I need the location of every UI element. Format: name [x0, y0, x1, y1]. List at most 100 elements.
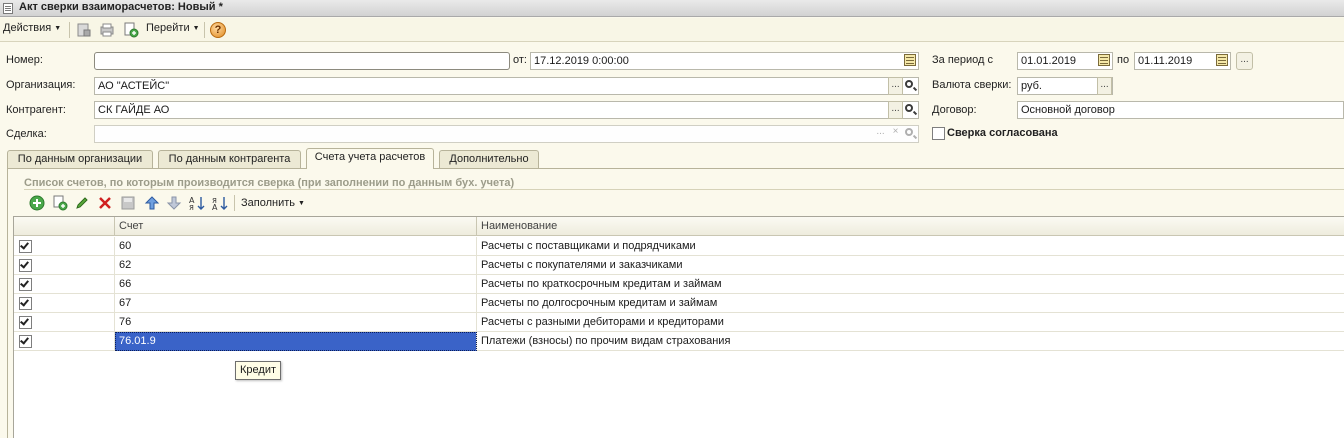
edit-row-icon[interactable]: [74, 195, 90, 211]
deal-open-button[interactable]: [903, 125, 918, 143]
calendar-icon: [1216, 54, 1228, 66]
table-row[interactable]: 67 Расчеты по долгосрочным кредитам и за…: [14, 294, 1344, 313]
account-cell[interactable]: 67: [115, 294, 477, 313]
period-from-calendar-button[interactable]: [1097, 52, 1112, 70]
number-field[interactable]: [94, 52, 510, 70]
account-name-cell[interactable]: Расчеты с поставщиками и подрядчиками: [477, 237, 1344, 256]
account-name-cell[interactable]: Расчеты с покупателями и заказчиками: [477, 256, 1344, 275]
contract-field[interactable]: Основной договор: [1017, 101, 1344, 119]
tab-accounts[interactable]: Счета учета расчетов: [306, 148, 434, 169]
table-row[interactable]: 60 Расчеты с поставщиками и подрядчиками: [14, 237, 1344, 256]
row-check-cell[interactable]: [14, 275, 115, 294]
organization-field[interactable]: АО "АСТЕЙС": [94, 77, 919, 95]
tab-organization-data[interactable]: По данным организации: [7, 150, 153, 169]
account-cell[interactable]: 62: [115, 256, 477, 275]
column-header-check[interactable]: [14, 217, 115, 236]
date-calendar-button[interactable]: [903, 52, 918, 70]
toolbar-separator: [234, 195, 235, 211]
row-checkbox[interactable]: [19, 335, 32, 348]
account-name-cell[interactable]: Расчеты по долгосрочным кредитам и займа…: [477, 294, 1344, 313]
post-document-icon[interactable]: [76, 22, 92, 38]
actions-menu-label: Действия: [3, 22, 52, 34]
organization-select-button[interactable]: ...: [888, 77, 903, 95]
calendar-icon: [904, 54, 916, 66]
row-checkbox[interactable]: [19, 278, 32, 291]
sort-ascending-icon[interactable]: A Я: [189, 195, 205, 211]
period-to-label: по: [1117, 54, 1130, 66]
table-row[interactable]: 66 Расчеты по краткосрочным кредитам и з…: [14, 275, 1344, 294]
organization-open-button[interactable]: [903, 77, 918, 95]
svg-text:A: A: [212, 203, 218, 211]
print-icon[interactable]: [99, 22, 115, 38]
row-check-cell[interactable]: [14, 294, 115, 313]
deal-field[interactable]: [94, 125, 919, 143]
tab-additional[interactable]: Дополнительно: [439, 150, 539, 169]
help-icon[interactable]: ?: [210, 22, 226, 38]
deal-clear-button[interactable]: ×: [888, 125, 903, 143]
row-check-cell[interactable]: [14, 332, 115, 351]
check-icon: [20, 240, 29, 250]
row-checkbox[interactable]: [19, 240, 32, 253]
row-check-cell[interactable]: [14, 313, 115, 332]
row-check-cell[interactable]: [14, 256, 115, 275]
number-label: Номер:: [6, 54, 43, 66]
move-up-icon[interactable]: [144, 195, 160, 211]
check-icon: [20, 278, 29, 288]
counterparty-select-button[interactable]: ...: [888, 101, 903, 119]
row-check-cell[interactable]: [14, 237, 115, 256]
svg-text:Я: Я: [189, 204, 194, 211]
account-name-cell[interactable]: Платежи (взносы) по прочим видам страхов…: [477, 332, 1344, 351]
account-cell[interactable]: 60: [115, 237, 477, 256]
counterparty-open-button[interactable]: [903, 101, 918, 119]
check-icon: [20, 335, 29, 345]
window-title: Акт сверки взаиморасчетов: Новый *: [19, 1, 223, 13]
account-cell[interactable]: 66: [115, 275, 477, 294]
delete-row-icon[interactable]: [97, 195, 113, 211]
chevron-down-icon: ▼: [298, 200, 305, 207]
magnifier-icon: [905, 104, 913, 112]
document-create-icon[interactable]: [123, 22, 139, 38]
goto-menu[interactable]: Перейти ▼: [146, 22, 200, 34]
account-name-cell[interactable]: Расчеты по краткосрочным кредитам и займ…: [477, 275, 1344, 294]
period-label: За период с: [932, 54, 994, 66]
tab-counterparty-data[interactable]: По данным контрагента: [158, 150, 301, 169]
window-titlebar: Акт сверки взаиморасчетов: Новый *: [0, 0, 1344, 17]
copy-row-icon[interactable]: [52, 195, 68, 211]
magnifier-icon: [905, 80, 913, 88]
chevron-down-icon: ▼: [54, 25, 62, 32]
account-name-cell[interactable]: Расчеты с разными дебиторами и кредитора…: [477, 313, 1344, 332]
row-checkbox[interactable]: [19, 316, 32, 329]
row-checkbox[interactable]: [19, 259, 32, 272]
table-row[interactable]: 76 Расчеты с разными дебиторами и кредит…: [14, 313, 1344, 332]
column-header-account[interactable]: Счет: [115, 217, 477, 236]
counterparty-field[interactable]: СК ГАЙДЕ АО: [94, 101, 919, 119]
agreed-checkbox[interactable]: [932, 127, 945, 140]
table-row[interactable]: 76.01.9 Платежи (взносы) по прочим видам…: [14, 332, 1344, 351]
currency-select-button[interactable]: ...: [1097, 77, 1112, 95]
date-label: от:: [513, 54, 527, 66]
account-cell-selected[interactable]: 76.01.9: [115, 332, 477, 351]
accounts-table[interactable]: Счет Наименование 60 Расчеты с поставщик…: [13, 216, 1344, 438]
actions-menu[interactable]: Действия ▼: [3, 22, 61, 34]
column-tooltip: Кредит: [235, 361, 282, 380]
period-to-calendar-button[interactable]: [1215, 52, 1230, 70]
move-down-icon[interactable]: [166, 195, 182, 211]
deal-select-button[interactable]: ...: [873, 125, 888, 143]
deal-label: Сделка:: [6, 128, 47, 140]
magnifier-icon: [905, 128, 913, 136]
date-field[interactable]: 17.12.2019 0:00:00: [530, 52, 919, 70]
row-checkbox[interactable]: [19, 297, 32, 310]
contract-label: Договор:: [932, 104, 977, 116]
table-header: Счет Наименование: [14, 217, 1344, 236]
sort-descending-icon[interactable]: Я A: [212, 195, 228, 211]
add-row-icon[interactable]: [29, 195, 45, 211]
fill-menu[interactable]: Заполнить ▼: [241, 197, 305, 209]
group-divider: [24, 189, 1344, 190]
period-select-button[interactable]: ...: [1236, 52, 1253, 70]
command-bar: Действия ▼ Перейти ▼: [0, 18, 1344, 42]
table-row[interactable]: 62 Расчеты с покупателями и заказчиками: [14, 256, 1344, 275]
check-icon: [20, 316, 29, 326]
end-edit-icon[interactable]: [120, 195, 136, 211]
column-header-name[interactable]: Наименование: [477, 217, 1344, 236]
account-cell[interactable]: 76: [115, 313, 477, 332]
